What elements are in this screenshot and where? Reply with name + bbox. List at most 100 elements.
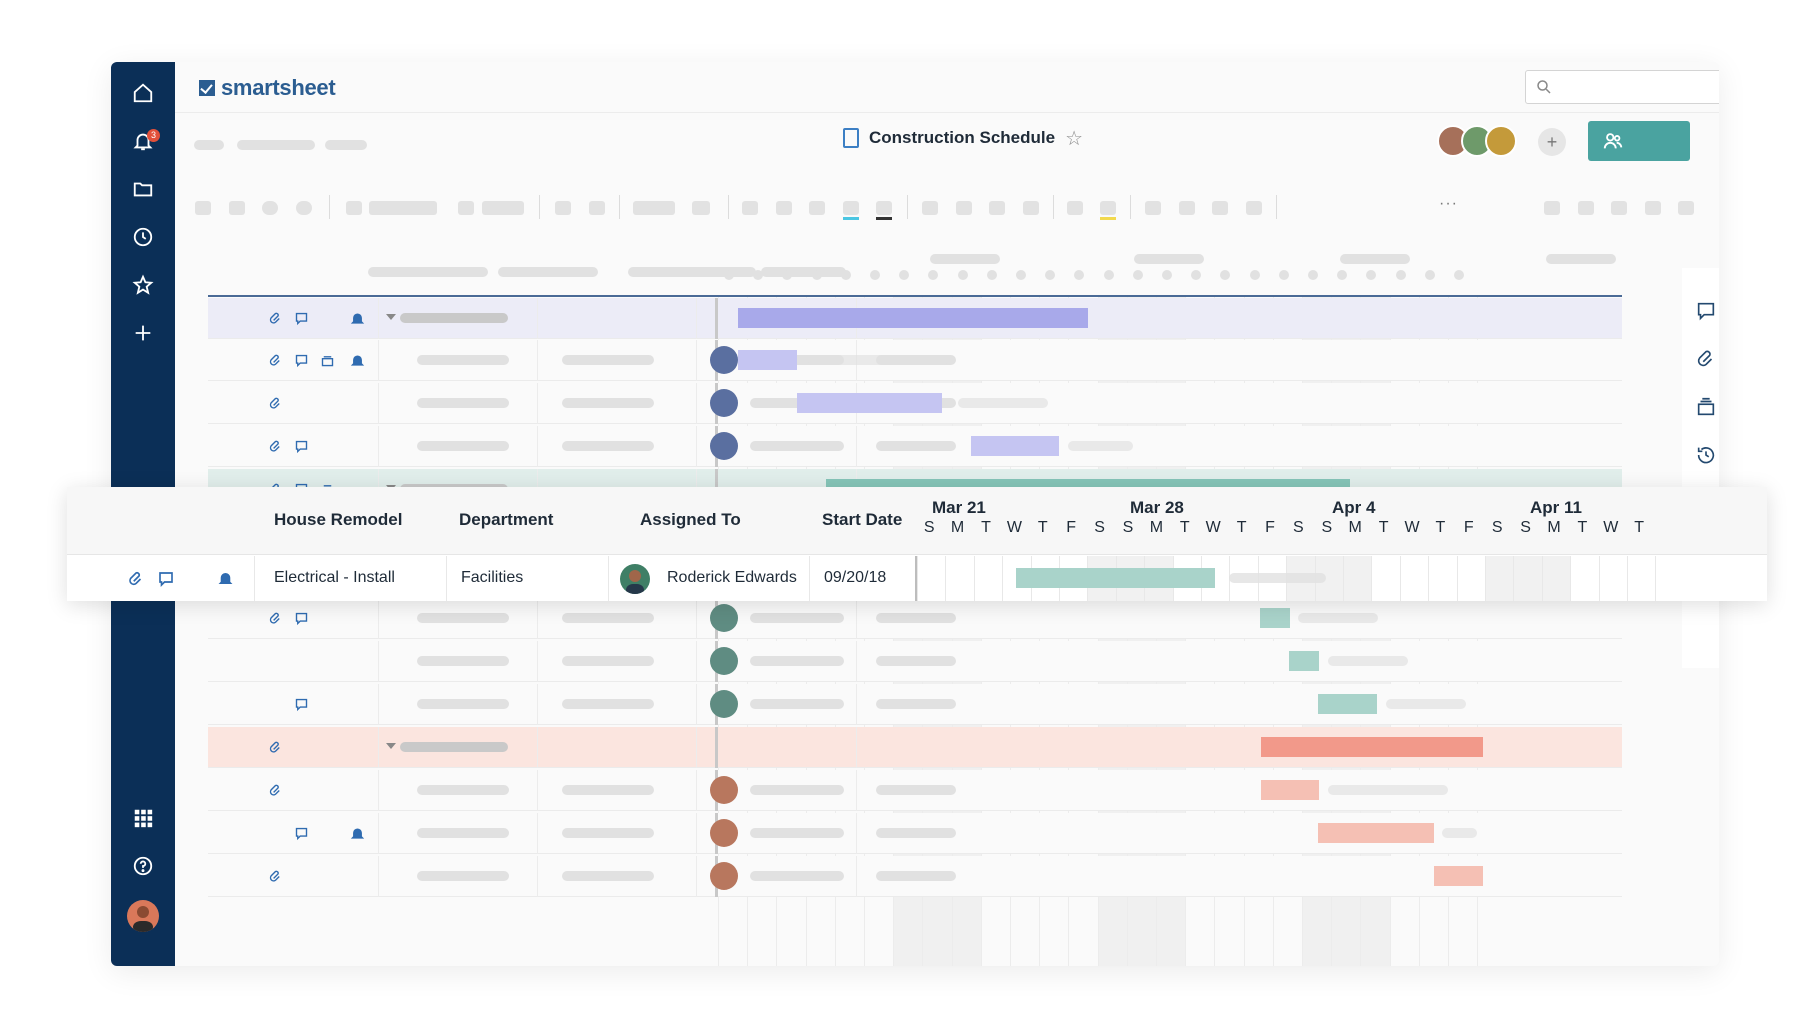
star-icon[interactable]	[130, 272, 156, 298]
table-row[interactable]	[208, 856, 1622, 897]
table-row[interactable]	[208, 684, 1622, 725]
text-color-button[interactable]	[843, 201, 859, 215]
apps-grid-icon[interactable]	[130, 805, 156, 831]
assignee-placeholder[interactable]	[750, 828, 844, 838]
comment-icon[interactable]	[294, 697, 309, 712]
toolbar-button[interactable]	[1578, 201, 1594, 215]
table-row[interactable]	[208, 813, 1622, 854]
plus-icon[interactable]	[130, 320, 156, 346]
assignee-placeholder[interactable]	[750, 656, 844, 666]
folder-icon[interactable]	[130, 176, 156, 202]
assignee-placeholder[interactable]	[750, 871, 844, 881]
toolbar-button[interactable]	[956, 201, 972, 215]
highlight-button[interactable]	[1100, 201, 1116, 215]
group-name-placeholder[interactable]	[400, 313, 508, 323]
start-date-placeholder[interactable]	[876, 828, 956, 838]
department-cell[interactable]: Facilities	[461, 569, 523, 587]
toolbar-button[interactable]	[922, 201, 938, 215]
table-row[interactable]	[208, 598, 1622, 639]
breadcrumb-placeholder[interactable]	[237, 140, 315, 150]
start-date-placeholder[interactable]	[876, 656, 956, 666]
toolbar-dropdown[interactable]	[633, 201, 675, 215]
department-placeholder[interactable]	[562, 398, 654, 408]
column-header-placeholder[interactable]	[761, 267, 846, 277]
toolbar-button[interactable]	[346, 201, 362, 215]
department-placeholder[interactable]	[562, 656, 654, 666]
department-placeholder[interactable]	[562, 828, 654, 838]
start-date-placeholder[interactable]	[876, 871, 956, 881]
department-placeholder[interactable]	[562, 785, 654, 795]
reminder-bell-icon[interactable]	[217, 570, 234, 587]
start-date-cell[interactable]: 09/20/18	[824, 569, 886, 587]
collapse-caret-icon[interactable]	[386, 743, 396, 749]
attachment-icon[interactable]	[268, 311, 283, 326]
task-name-placeholder[interactable]	[417, 441, 509, 451]
toolbar-button[interactable]	[1212, 201, 1228, 215]
gantt-bar[interactable]	[1434, 866, 1483, 886]
task-name-placeholder[interactable]	[417, 613, 509, 623]
attachment-icon[interactable]	[268, 869, 283, 884]
gantt-bar[interactable]	[1016, 568, 1216, 588]
department-placeholder[interactable]	[562, 613, 654, 623]
comment-icon[interactable]	[294, 439, 309, 454]
assignee-placeholder[interactable]	[750, 613, 844, 623]
gantt-bar[interactable]	[738, 308, 1088, 328]
column-header-start-date[interactable]: Start Date	[822, 510, 902, 530]
toolbar-button[interactable]	[776, 201, 792, 215]
gantt-bar[interactable]	[1318, 823, 1434, 843]
table-row[interactable]	[208, 340, 1622, 381]
start-date-placeholder[interactable]	[876, 441, 956, 451]
share-button[interactable]	[1588, 121, 1690, 161]
comment-icon[interactable]	[294, 826, 309, 841]
toolbar-button[interactable]	[1645, 201, 1661, 215]
gantt-bar[interactable]	[1261, 737, 1483, 757]
task-name-placeholder[interactable]	[417, 699, 509, 709]
task-name-placeholder[interactable]	[417, 871, 509, 881]
add-collaborator-button[interactable]: +	[1538, 128, 1566, 156]
table-row[interactable]	[208, 770, 1622, 811]
department-placeholder[interactable]	[562, 699, 654, 709]
toolbar-button[interactable]	[1544, 201, 1560, 215]
toolbar-button[interactable]	[1678, 201, 1694, 215]
comment-icon[interactable]	[1695, 300, 1717, 322]
fill-color-button[interactable]	[876, 201, 892, 215]
table-row[interactable]	[208, 298, 1622, 339]
task-name-placeholder[interactable]	[417, 828, 509, 838]
attachment-icon[interactable]	[268, 396, 283, 411]
task-name-placeholder[interactable]	[417, 398, 509, 408]
comment-icon[interactable]	[294, 311, 309, 326]
toolbar-button[interactable]	[989, 201, 1005, 215]
breadcrumb-placeholder[interactable]	[194, 140, 224, 150]
collapse-caret-icon[interactable]	[386, 314, 396, 320]
attachment-icon[interactable]	[268, 439, 283, 454]
attachment-icon[interactable]	[268, 740, 283, 755]
column-header-placeholder[interactable]	[368, 267, 488, 277]
column-header-placeholder[interactable]	[498, 267, 598, 277]
attachment-icon[interactable]	[268, 783, 283, 798]
task-name-placeholder[interactable]	[417, 355, 509, 365]
task-name-placeholder[interactable]	[417, 656, 509, 666]
toolbar-button[interactable]	[809, 201, 825, 215]
department-placeholder[interactable]	[562, 355, 654, 365]
toolbar-button[interactable]	[1145, 201, 1161, 215]
toolbar-button[interactable]	[262, 201, 278, 215]
toolbar-button[interactable]	[296, 201, 312, 215]
toolbar-dropdown[interactable]	[482, 201, 524, 215]
toolbar-button[interactable]	[195, 201, 211, 215]
gantt-bar[interactable]	[1261, 780, 1319, 800]
user-avatar[interactable]	[127, 900, 159, 932]
attachment-icon[interactable]	[268, 353, 283, 368]
table-row[interactable]	[208, 641, 1622, 682]
toolbar-button[interactable]	[1023, 201, 1039, 215]
brand-logo[interactable]: smartsheet	[199, 75, 336, 101]
reminder-bell-icon[interactable]	[350, 826, 365, 841]
group-name-placeholder[interactable]	[400, 742, 508, 752]
task-name-cell[interactable]: Electrical - Install	[274, 569, 395, 587]
assignee-placeholder[interactable]	[750, 699, 844, 709]
toolbar-button[interactable]	[692, 201, 710, 215]
column-header-placeholder[interactable]	[628, 267, 756, 277]
toolbar-button[interactable]	[1246, 201, 1262, 215]
reminder-bell-icon[interactable]	[350, 353, 365, 368]
home-icon[interactable]	[130, 80, 156, 106]
search-input[interactable]	[1525, 70, 1719, 104]
